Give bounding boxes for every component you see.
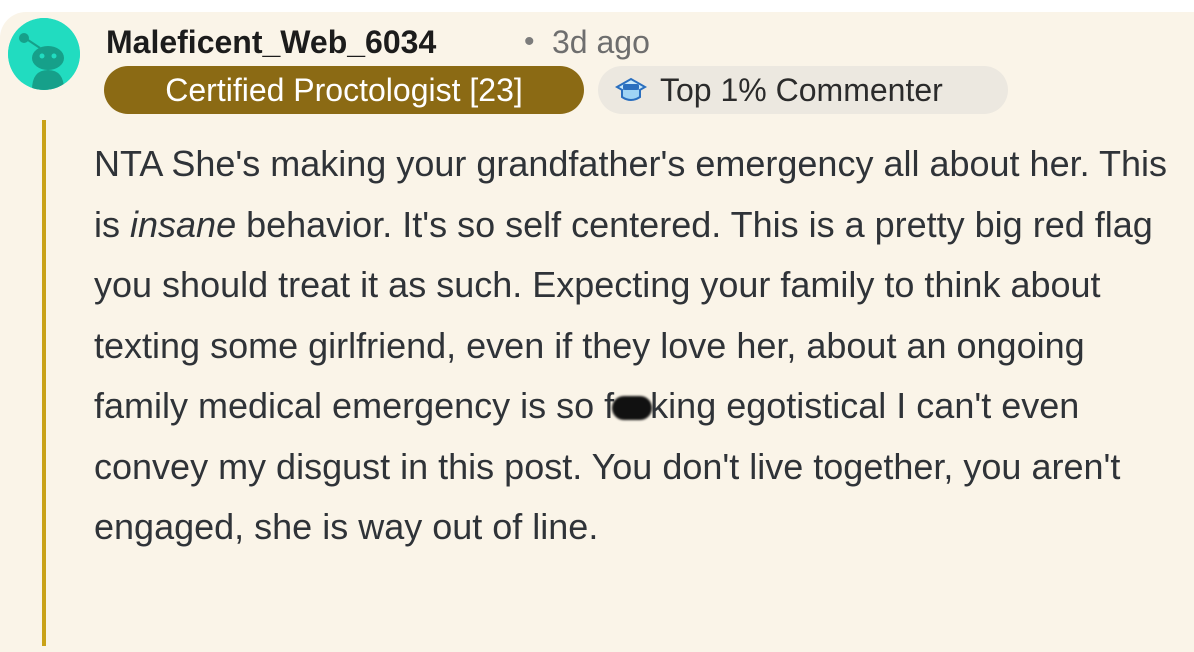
comment-age: 3d ago (552, 24, 650, 60)
thread-line[interactable] (42, 120, 46, 646)
meta-separator: • (524, 25, 535, 58)
snoo-avatar-icon (8, 18, 80, 90)
username[interactable]: Maleficent_Web_6034 (106, 24, 436, 60)
comment-emphasis: insane (130, 203, 237, 245)
user-flair: Certified Proctologist [23] (104, 66, 584, 114)
avatar[interactable] (8, 18, 80, 90)
badge-label: Top 1% Commenter (660, 71, 943, 108)
censor-blur (612, 396, 653, 420)
top-commenter-badge[interactable]: Top 1% Commenter (598, 66, 1008, 114)
top-commenter-icon (614, 75, 648, 105)
comment-body: NTA She's making your grandfather's emer… (94, 134, 1184, 558)
